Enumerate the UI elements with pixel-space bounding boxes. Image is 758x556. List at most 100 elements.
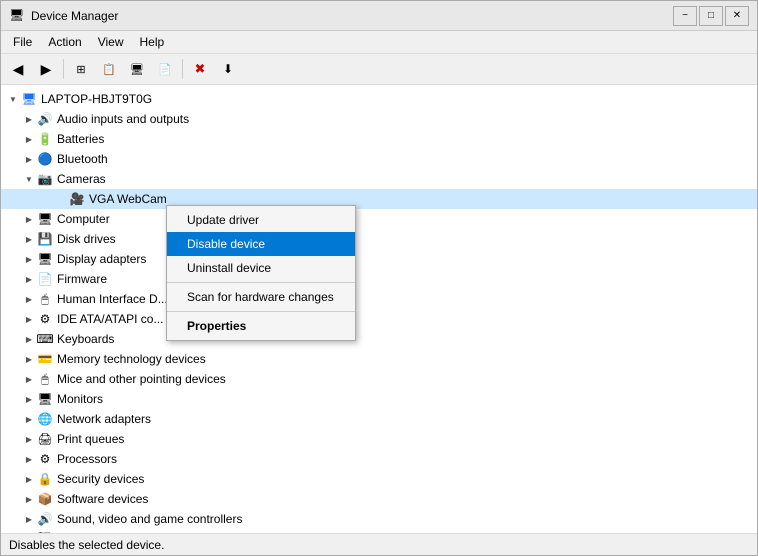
batteries-expander[interactable]: ▶	[21, 131, 37, 147]
close-button[interactable]: ✕	[725, 6, 749, 26]
tree-item-monitors[interactable]: ▶ 🖥 Monitors	[1, 389, 757, 409]
window-title: Device Manager	[31, 9, 118, 23]
tree-item-storage[interactable]: ▶ 💾 Storage controllers	[1, 529, 757, 533]
maximize-button[interactable]: □	[699, 6, 723, 26]
sound-icon: 🔊	[37, 511, 53, 527]
storage-expander[interactable]: ▶	[21, 531, 37, 533]
firmware-expander[interactable]: ▶	[21, 271, 37, 287]
ctx-separator-2	[167, 311, 355, 312]
monitors-icon: 🖥	[37, 391, 53, 407]
ide-label: IDE ATA/ATAPI co...	[57, 312, 163, 326]
tree-item-bluetooth[interactable]: ▶ 🔵 Bluetooth	[1, 149, 757, 169]
properties-button[interactable]: 📋	[96, 57, 122, 81]
webcam-icon: 🎥	[69, 191, 85, 207]
tree-root[interactable]: ▼ 🖥 LAPTOP-HBJT9T0G	[1, 89, 757, 109]
menu-bar: File Action View Help	[1, 31, 757, 54]
toolbar: ◀ ▶ ⊞ 📋 🖥 📄 ✖ ⬇	[1, 54, 757, 85]
menu-file[interactable]: File	[5, 33, 40, 51]
tree-item-computer[interactable]: ▶ 🖥 Computer	[1, 209, 757, 229]
menu-help[interactable]: Help	[132, 33, 173, 51]
root-label: LAPTOP-HBJT9T0G	[41, 92, 152, 106]
status-text: Disables the selected device.	[9, 538, 164, 552]
view-button[interactable]: ⊞	[68, 57, 94, 81]
scan-button[interactable]: ⬇	[215, 57, 241, 81]
ctx-scan-hardware[interactable]: Scan for hardware changes	[167, 285, 355, 309]
security-expander[interactable]: ▶	[21, 471, 37, 487]
toolbar-sep-2	[182, 59, 183, 79]
update-button[interactable]: 📄	[152, 57, 178, 81]
memory-expander[interactable]: ▶	[21, 351, 37, 367]
audio-icon: 🔊	[37, 111, 53, 127]
tree-item-cameras[interactable]: ▼ 📷 Cameras	[1, 169, 757, 189]
tree-item-audio[interactable]: ▶ 🔊 Audio inputs and outputs	[1, 109, 757, 129]
mice-label: Mice and other pointing devices	[57, 372, 226, 386]
audio-expander[interactable]: ▶	[21, 111, 37, 127]
display-label: Display adapters	[57, 252, 146, 266]
tree-item-network[interactable]: ▶ 🌐 Network adapters	[1, 409, 757, 429]
status-bar: Disables the selected device.	[1, 533, 757, 555]
tree-item-display[interactable]: ▶ 🖥 Display adapters	[1, 249, 757, 269]
content-area: ▼ 🖥 LAPTOP-HBJT9T0G ▶ 🔊 Audio inputs and…	[1, 85, 757, 533]
ctx-uninstall-device[interactable]: Uninstall device	[167, 256, 355, 280]
sound-expander[interactable]: ▶	[21, 511, 37, 527]
tree-panel[interactable]: ▼ 🖥 LAPTOP-HBJT9T0G ▶ 🔊 Audio inputs and…	[1, 85, 757, 533]
memory-icon: 💳	[37, 351, 53, 367]
software-expander[interactable]: ▶	[21, 491, 37, 507]
monitors-expander[interactable]: ▶	[21, 391, 37, 407]
human-expander[interactable]: ▶	[21, 291, 37, 307]
tree-item-human[interactable]: ▶ 🖱 Human Interface D...	[1, 289, 757, 309]
tree-item-keyboards[interactable]: ▶ ⌨ Keyboards	[1, 329, 757, 349]
minimize-button[interactable]: −	[673, 6, 697, 26]
ctx-disable-device[interactable]: Disable device	[167, 232, 355, 256]
display-expander[interactable]: ▶	[21, 251, 37, 267]
tree-item-webcam[interactable]: ▶ 🎥 VGA WebCam	[1, 189, 757, 209]
tree-item-memory[interactable]: ▶ 💳 Memory technology devices	[1, 349, 757, 369]
device-button[interactable]: 🖥	[124, 57, 150, 81]
display-icon: 🖥	[37, 251, 53, 267]
tree-item-batteries[interactable]: ▶ 🔋 Batteries	[1, 129, 757, 149]
back-button[interactable]: ◀	[5, 57, 31, 81]
context-menu: Update driver Disable device Uninstall d…	[166, 205, 356, 341]
tree-item-disk[interactable]: ▶ 💾 Disk drives	[1, 229, 757, 249]
tree-item-security[interactable]: ▶ 🔒 Security devices	[1, 469, 757, 489]
menu-view[interactable]: View	[90, 33, 132, 51]
tree-item-sound[interactable]: ▶ 🔊 Sound, video and game controllers	[1, 509, 757, 529]
ctx-update-driver[interactable]: Update driver	[167, 208, 355, 232]
cameras-label: Cameras	[57, 172, 106, 186]
ide-expander[interactable]: ▶	[21, 311, 37, 327]
ide-icon: ⚙	[37, 311, 53, 327]
security-label: Security devices	[57, 472, 144, 486]
bluetooth-label: Bluetooth	[57, 152, 108, 166]
network-icon: 🌐	[37, 411, 53, 427]
root-expander[interactable]: ▼	[5, 91, 21, 107]
uninstall-button[interactable]: ✖	[187, 57, 213, 81]
tree-item-ide[interactable]: ▶ ⚙ IDE ATA/ATAPI co...	[1, 309, 757, 329]
computer-expander[interactable]: ▶	[21, 211, 37, 227]
processors-label: Processors	[57, 452, 117, 466]
disk-expander[interactable]: ▶	[21, 231, 37, 247]
keyboards-icon: ⌨	[37, 331, 53, 347]
tree-item-processors[interactable]: ▶ ⚙ Processors	[1, 449, 757, 469]
human-label: Human Interface D...	[57, 292, 168, 306]
cameras-expander[interactable]: ▼	[21, 171, 37, 187]
tree-item-print[interactable]: ▶ 🖨 Print queues	[1, 429, 757, 449]
mice-expander[interactable]: ▶	[21, 371, 37, 387]
keyboards-label: Keyboards	[57, 332, 114, 346]
tree-item-firmware[interactable]: ▶ 📄 Firmware	[1, 269, 757, 289]
memory-label: Memory technology devices	[57, 352, 206, 366]
tree-item-mice[interactable]: ▶ 🖱 Mice and other pointing devices	[1, 369, 757, 389]
processors-expander[interactable]: ▶	[21, 451, 37, 467]
firmware-icon: 📄	[37, 271, 53, 287]
ctx-properties[interactable]: Properties	[167, 314, 355, 338]
device-manager-window: 🖥 Device Manager − □ ✕ File Action View …	[0, 0, 758, 556]
title-bar-controls: − □ ✕	[673, 6, 749, 26]
network-expander[interactable]: ▶	[21, 411, 37, 427]
menu-action[interactable]: Action	[40, 33, 89, 51]
forward-button[interactable]: ▶	[33, 57, 59, 81]
tree-item-software[interactable]: ▶ 📦 Software devices	[1, 489, 757, 509]
monitors-label: Monitors	[57, 392, 103, 406]
software-label: Software devices	[57, 492, 148, 506]
print-expander[interactable]: ▶	[21, 431, 37, 447]
bluetooth-expander[interactable]: ▶	[21, 151, 37, 167]
keyboards-expander[interactable]: ▶	[21, 331, 37, 347]
